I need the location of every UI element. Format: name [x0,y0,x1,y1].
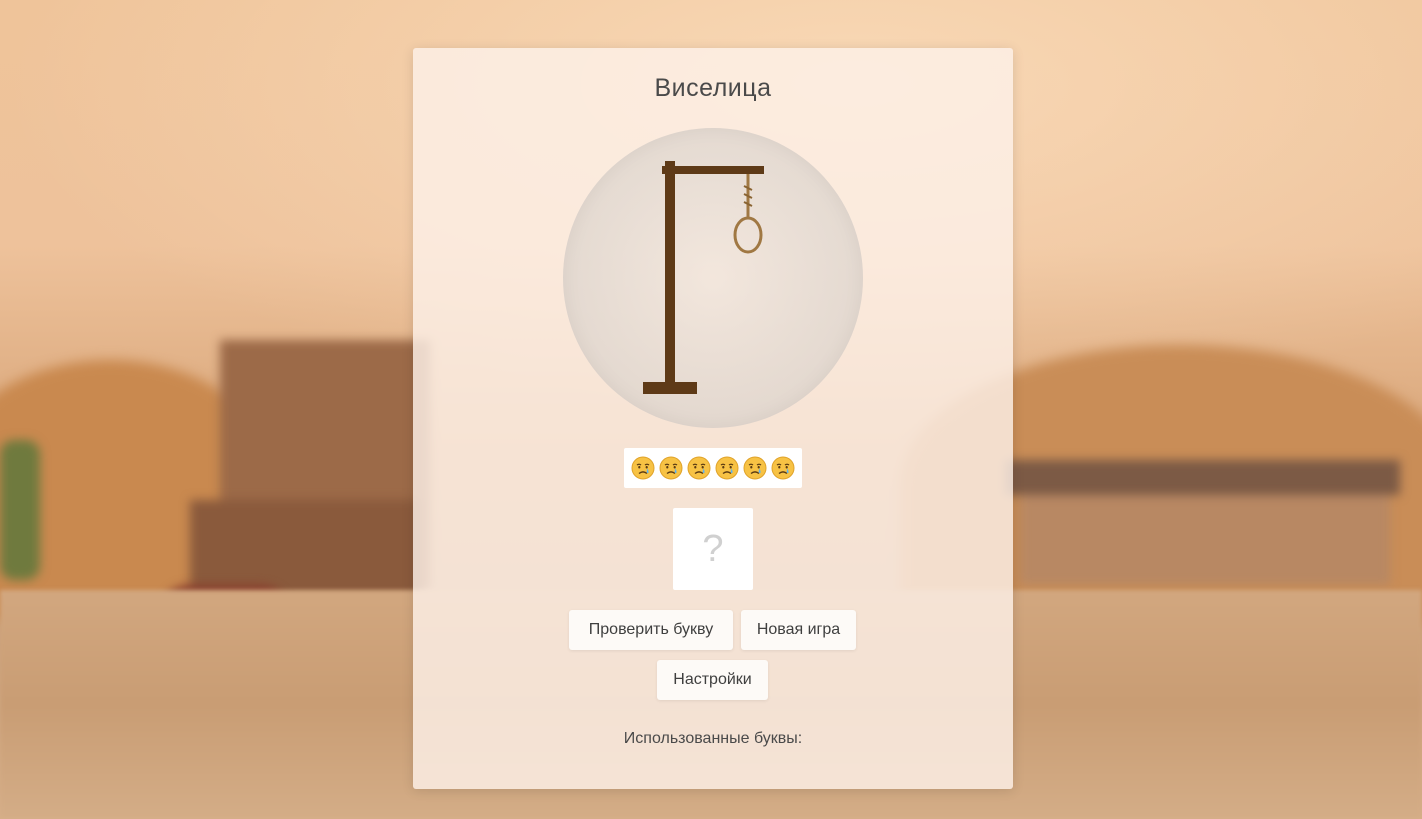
new-game-button[interactable]: Новая игра [741,610,856,650]
cactus [0,440,40,580]
ranch-roof [1005,460,1400,495]
sad-face-icon [715,456,739,480]
sad-face-icon [659,456,683,480]
gallows-icon [643,161,764,394]
sad-face-icon [743,456,767,480]
gallows-post [665,161,675,386]
used-letters-label: Использованные буквы: [623,730,803,747]
noose-loop [733,216,763,254]
sad-face-icon [771,456,795,480]
check-letter-button[interactable]: Проверить букву [569,610,733,650]
gallows-beam [662,166,764,174]
used-letters: Использованные буквы: [413,730,1013,748]
gallows-circle [563,128,863,428]
game-title: Виселица [654,74,772,102]
sad-face-icon [687,456,711,480]
rope-coil [743,185,753,207]
hidden-letter-box: ? [673,508,753,590]
sad-face-icon [631,456,655,480]
lives-indicator [624,448,802,488]
settings-button[interactable]: Настройки [657,660,768,700]
game-card: Виселица ? Проверить букву Новая игра На… [413,48,1013,789]
